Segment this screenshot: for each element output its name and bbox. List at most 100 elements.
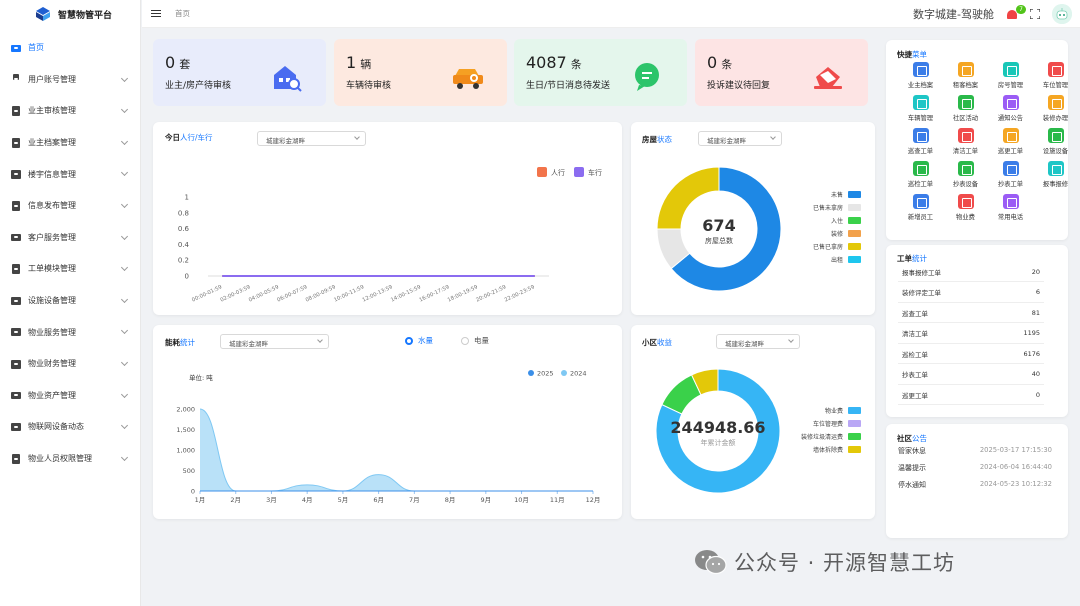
quick-menu-item[interactable]: 通知公告	[988, 95, 1033, 122]
notice-row[interactable]: 管家休息 2025-03-17 17:15:30	[898, 446, 1052, 456]
x-tick-label: 02:00-03:59	[220, 284, 252, 303]
sidebar-item-12[interactable]: 物业资产管理	[0, 380, 140, 412]
quick-menu-item[interactable]: 清洁工单	[943, 128, 988, 155]
menu-toggle-icon[interactable]	[151, 9, 161, 18]
quick-menu-item[interactable]: 抄表工单	[988, 161, 1033, 188]
legend-item[interactable]: 入住	[771, 214, 861, 227]
quick-menu-item[interactable]: 业主档案	[898, 62, 943, 89]
sidebar-item-10[interactable]: 物业服务管理	[0, 316, 140, 348]
legend-swatch	[848, 256, 861, 263]
workorder-row[interactable]: 巡查工单 81	[898, 303, 1044, 323]
sidebar-item-7[interactable]: 客户服务管理	[0, 222, 140, 254]
app-logo[interactable]: 智慧物管平台	[0, 0, 140, 28]
sidebar-item-6[interactable]: 信息发布管理	[0, 190, 140, 222]
quick-menu-item[interactable]: 常用电话	[988, 194, 1033, 221]
top-header: 首页 数字城建-驾驶舱 7	[142, 0, 1080, 28]
watermark: 公众号 · 开源智慧工坊	[694, 547, 955, 577]
quick-menu-icon	[1002, 128, 1019, 143]
quick-menu-icon	[1002, 95, 1019, 110]
quick-menu-label: 抄表工单	[997, 181, 1024, 188]
stat-card-vehicle-audit[interactable]: 1辆 车辆待审核	[334, 39, 507, 106]
sidebar-item-2[interactable]: 用户账号管理	[0, 64, 140, 96]
user-avatar[interactable]	[1052, 4, 1072, 24]
sidebar-item-label: 物联网设备动态	[28, 422, 84, 432]
workorder-row[interactable]: 装修评定工单 6	[898, 283, 1044, 303]
sidebar-item-4[interactable]: 业主档案管理	[0, 127, 140, 159]
notice-row[interactable]: 停水通知 2024-05-23 10:12:32	[898, 480, 1052, 490]
workorder-row[interactable]: 清洁工单 1195	[898, 324, 1044, 344]
x-tick-label: 20:00-21:59	[475, 284, 507, 303]
quick-menu-item[interactable]: 房号管理	[988, 62, 1033, 89]
x-tick-label: 16:00-17:59	[418, 284, 450, 303]
legend-swatch	[574, 167, 584, 177]
quick-menu-item[interactable]: 报事报修	[1033, 161, 1078, 188]
stat-value: 4087	[526, 53, 567, 72]
legend-label: 装修垃圾清运费	[800, 434, 843, 441]
notification-bell-icon[interactable]: 7	[1006, 4, 1026, 21]
quick-menu-item[interactable]: 巡更工单	[988, 128, 1033, 155]
y-tick-label: 0	[185, 273, 189, 281]
notice-row[interactable]: 温馨提示 2024-06-04 16:44:40	[898, 463, 1052, 473]
sidebar-item-1[interactable]: 首页	[0, 32, 140, 64]
y-tick-label: 1,500	[176, 426, 195, 434]
legend-item[interactable]: 出租	[771, 253, 861, 266]
legend-item[interactable]: 未售	[771, 188, 861, 201]
workorder-row[interactable]: 报事报修工单 20	[898, 262, 1044, 282]
legend-item[interactable]: 物业费	[751, 404, 861, 417]
workorder-count: 81	[1031, 308, 1040, 317]
quick-menu-item[interactable]: 巡检工单	[898, 161, 943, 188]
workorder-name: 巡更工单	[902, 391, 928, 400]
legend-item[interactable]: 已售已拿房	[771, 240, 861, 253]
x-tick-label: 18:00-19:59	[447, 284, 479, 303]
sidebar-item-3[interactable]: 业主审核管理	[0, 95, 140, 127]
chevron-down-icon	[120, 169, 129, 177]
quick-menu-item[interactable]: 抄表设备	[943, 161, 988, 188]
stat-unit: 条	[721, 58, 733, 71]
sidebar-item-14[interactable]: 物业人员权限管理	[0, 443, 140, 475]
sidebar-item-label: 业主审核管理	[28, 106, 76, 116]
stat-card-birthday-messages[interactable]: 4087 条 生日/节日消息待发送	[514, 39, 687, 106]
fullscreen-icon[interactable]	[1029, 8, 1041, 20]
legend-item[interactable]: 装修	[771, 227, 861, 240]
quick-menu-item[interactable]: 车位管理	[1033, 62, 1078, 89]
legend-item[interactable]: 墙体拆除费	[751, 443, 861, 456]
sidebar-item-5[interactable]: 楼宇信息管理	[0, 158, 140, 190]
quick-menu-icon	[957, 128, 974, 143]
publish-icon	[11, 200, 21, 211]
quick-menu-item[interactable]: 社区活动	[943, 95, 988, 122]
quick-menu-label: 巡更工单	[997, 148, 1024, 155]
quick-menu-item[interactable]: 物业费	[943, 194, 988, 221]
workorder-count: 40	[1031, 370, 1040, 378]
workorder-row[interactable]: 巡更工单 0	[898, 385, 1044, 405]
sidebar-item-9[interactable]: 设施设备管理	[0, 285, 140, 317]
quick-menu-item[interactable]: 装修办理	[1033, 95, 1078, 122]
legend-item[interactable]: 装修垃圾清运费	[751, 430, 861, 443]
sidebar-item-13[interactable]: 物联网设备动态	[0, 411, 140, 443]
sidebar-item-11[interactable]: 物业财务管理	[0, 348, 140, 380]
workorder-row[interactable]: 巡检工单 6176	[898, 344, 1044, 364]
sidebar-item-8[interactable]: 工单模块管理	[0, 253, 140, 285]
notification-badge: 7	[1016, 4, 1026, 14]
legend-item[interactable]: 已售未拿房	[771, 201, 861, 214]
user-icon	[11, 74, 21, 84]
legend-item[interactable]: 车位管理费	[751, 417, 861, 430]
y-tick-label: 2,000	[176, 406, 195, 414]
notice-title: 停水通知	[898, 481, 926, 489]
quick-menu-icon	[1047, 161, 1064, 176]
stat-card-complaints[interactable]: 0条 投诉建议待回复	[695, 39, 868, 106]
legend-label: 2024	[570, 370, 587, 378]
legend-swatch	[848, 433, 861, 440]
quick-menu-item[interactable]: 车辆管理	[898, 95, 943, 122]
energy-area-chart: 2,000 1,500 1,000 500 01月 2月 3月 4月 5月 6月 7月 8月 9月 10月…	[176, 370, 600, 505]
quick-menu-label: 房号管理	[997, 82, 1024, 89]
breadcrumb[interactable]: 首页	[175, 8, 190, 19]
quick-menu-item[interactable]: 租客档案	[943, 62, 988, 89]
quick-menu-item[interactable]: 设施设备	[1033, 128, 1078, 155]
chevron-down-icon	[120, 74, 129, 82]
sidebar-menu: 首页 用户账号管理业主审核管理业主档案管理 楼宇信息管理 信息发布管理 客户服务管理 工单…	[0, 32, 140, 474]
workorder-row[interactable]: 抄表工单 40	[898, 365, 1044, 385]
iot-icon	[11, 422, 21, 432]
stat-card-owner-audit[interactable]: 0套 业主/房产待审核	[153, 39, 326, 106]
quick-menu-item[interactable]: 新增员工	[898, 194, 943, 221]
quick-menu-item[interactable]: 巡查工单	[898, 128, 943, 155]
